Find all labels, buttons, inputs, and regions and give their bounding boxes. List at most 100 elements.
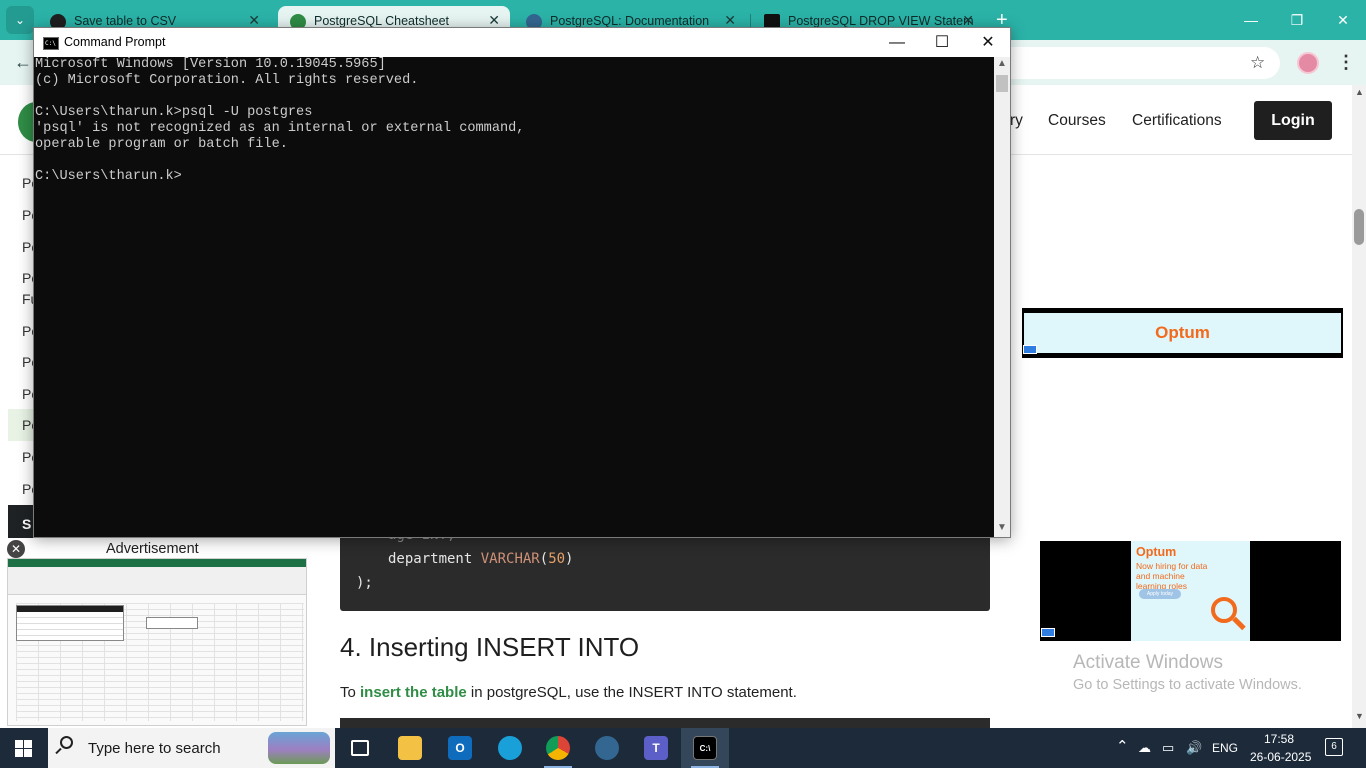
excel-product-table: [16, 605, 124, 641]
task-view-button[interactable]: [336, 728, 384, 768]
apply-today-button[interactable]: Apply today: [1139, 589, 1181, 599]
ad-headline: Now hiring for data and machine learning…: [1136, 561, 1208, 591]
pgadmin-button[interactable]: [583, 728, 631, 768]
back-arrow-icon[interactable]: ←: [14, 52, 32, 73]
code-token: 50: [548, 551, 566, 567]
cmd-console[interactable]: Microsoft Windows [Version 10.0.19045.59…: [34, 57, 994, 537]
chevron-down-icon: ⌄: [14, 13, 26, 27]
section-text: To insert the table in postgreSQL, use t…: [340, 684, 797, 701]
task-view-icon: [351, 740, 369, 756]
cmd-minimize-button[interactable]: —: [874, 28, 920, 57]
teams-icon: T: [644, 736, 668, 760]
console-line: Microsoft Windows [Version 10.0.19045.59…: [35, 57, 386, 72]
nav-item-partial[interactable]: ry: [1010, 112, 1023, 130]
edge-button[interactable]: [486, 728, 534, 768]
clock-date[interactable]: 26-06-2025: [1250, 750, 1311, 764]
code-token: ): [565, 551, 574, 567]
optum-banner-ad[interactable]: Optum: [1022, 308, 1343, 358]
cmd-title: Command Prompt: [64, 35, 166, 49]
sidebar-item-active[interactable]: Po: [8, 409, 39, 441]
cmd-app-icon: C:\: [693, 736, 717, 760]
tab-label: PostgreSQL: Documentation: [550, 14, 710, 28]
outlook-icon: O: [448, 736, 472, 760]
postgres-elephant-icon: [595, 736, 619, 760]
tab-label: PostgreSQL Cheatsheet: [314, 14, 450, 28]
network-icon[interactable]: ▭: [1162, 740, 1174, 756]
scroll-thumb[interactable]: [1354, 209, 1364, 245]
cmd-maximize-button[interactable]: ☐: [919, 28, 965, 57]
file-explorer-button[interactable]: [386, 728, 434, 768]
console-line: 'psql' is not recognized as an internal …: [35, 121, 525, 136]
command-prompt-window[interactable]: C:\ Command Prompt — ☐ ✕ Microsoft Windo…: [33, 27, 1011, 538]
scroll-thumb[interactable]: [996, 75, 1008, 92]
nav-courses[interactable]: Courses: [1048, 112, 1106, 130]
clock-time[interactable]: 17:58: [1264, 732, 1294, 746]
text-part: To: [340, 684, 361, 701]
chrome-button[interactable]: [534, 728, 582, 768]
optum-video-ad[interactable]: Optum Now hiring for data and machine le…: [1040, 541, 1341, 641]
excel-ad-image[interactable]: [7, 558, 307, 726]
volume-icon[interactable]: 🔊: [1186, 740, 1202, 756]
nav-certifications[interactable]: Certifications: [1132, 112, 1222, 130]
code-token: VARCHAR: [480, 551, 540, 567]
language-indicator[interactable]: ENG: [1212, 741, 1238, 755]
tab-search-button[interactable]: ⌄: [6, 6, 34, 34]
scroll-up-icon[interactable]: ▲: [997, 58, 1007, 69]
code-line: );: [356, 575, 373, 591]
ad-choices-icon[interactable]: [1041, 628, 1055, 637]
search-icon: [60, 736, 73, 749]
folder-icon: [398, 736, 422, 760]
cmd-close-button[interactable]: ✕: [965, 28, 1011, 57]
optum-ad-card: Optum Now hiring for data and machine le…: [1131, 541, 1250, 641]
excel-lookup-box: [146, 617, 198, 629]
activate-windows-subtitle: Go to Settings to activate Windows.: [1073, 677, 1302, 693]
minimize-button[interactable]: —: [1228, 0, 1274, 40]
console-line: C:\Users\tharun.k>psql -U postgres: [35, 105, 313, 120]
edge-icon: [498, 736, 522, 760]
optum-logo: Optum: [1136, 545, 1177, 559]
address-bar[interactable]: [1010, 47, 1280, 79]
cmd-titlebar[interactable]: C:\ Command Prompt — ☐ ✕: [34, 28, 1010, 57]
taskbar-search-placeholder[interactable]: Type here to search: [88, 740, 221, 757]
profile-avatar[interactable]: [1297, 52, 1319, 74]
close-ad-icon[interactable]: ✕: [7, 540, 25, 558]
tab-label: Save table to CSV: [74, 14, 177, 28]
activate-windows-title: Activate Windows: [1073, 652, 1223, 673]
insert-table-link[interactable]: insert the table: [360, 684, 467, 701]
console-prompt-line[interactable]: C:\Users\tharun.k>: [35, 169, 182, 185]
scroll-up-icon[interactable]: ▲: [1355, 87, 1364, 97]
search-highlight-image[interactable]: [268, 732, 330, 764]
ad-choices-icon[interactable]: [1023, 345, 1037, 354]
windows-logo-icon: [15, 740, 32, 757]
browser-menu-icon[interactable]: ⋮: [1337, 52, 1355, 73]
excel-titlebar: [8, 559, 306, 567]
code-token: (: [539, 551, 549, 567]
browser-window-controls: — ❐ ✕: [1228, 0, 1366, 40]
start-button[interactable]: [0, 728, 48, 768]
login-button[interactable]: Login: [1254, 101, 1332, 140]
excel-ribbon: [8, 567, 306, 595]
magnifier-handle: [1232, 616, 1246, 631]
close-window-button[interactable]: ✕: [1320, 0, 1366, 40]
command-prompt-taskbar-button[interactable]: C:\: [681, 728, 729, 768]
chrome-icon: [546, 736, 570, 760]
onedrive-cloud-icon[interactable]: ☁: [1138, 740, 1151, 756]
notification-center-icon[interactable]: 6: [1325, 738, 1343, 756]
code-block: age INT, department VARCHAR(50) );: [340, 527, 990, 611]
cmd-scrollbar[interactable]: ▲ ▼: [994, 57, 1010, 537]
code-token: department: [388, 551, 473, 567]
outlook-button[interactable]: O: [436, 728, 484, 768]
teams-button[interactable]: T: [632, 728, 680, 768]
section-heading: 4. Inserting INSERT INTO: [340, 632, 640, 662]
scroll-down-icon[interactable]: ▼: [1355, 711, 1364, 721]
tray-overflow-chevron-icon[interactable]: ⌃: [1116, 737, 1129, 755]
tab-label: PostgreSQL DROP VIEW Statem: [788, 14, 974, 28]
console-line: operable program or batch file.: [35, 137, 288, 152]
text-part: in postgreSQL, use the INSERT INTO state…: [466, 684, 797, 701]
bookmark-star-icon[interactable]: ☆: [1250, 53, 1265, 73]
code-line: department VARCHAR(50): [388, 551, 573, 567]
restore-button[interactable]: ❐: [1274, 0, 1320, 40]
cmd-app-icon: C:\: [43, 37, 59, 50]
scroll-down-icon[interactable]: ▼: [997, 522, 1007, 533]
page-scrollbar[interactable]: ▲ ▼: [1352, 85, 1366, 728]
